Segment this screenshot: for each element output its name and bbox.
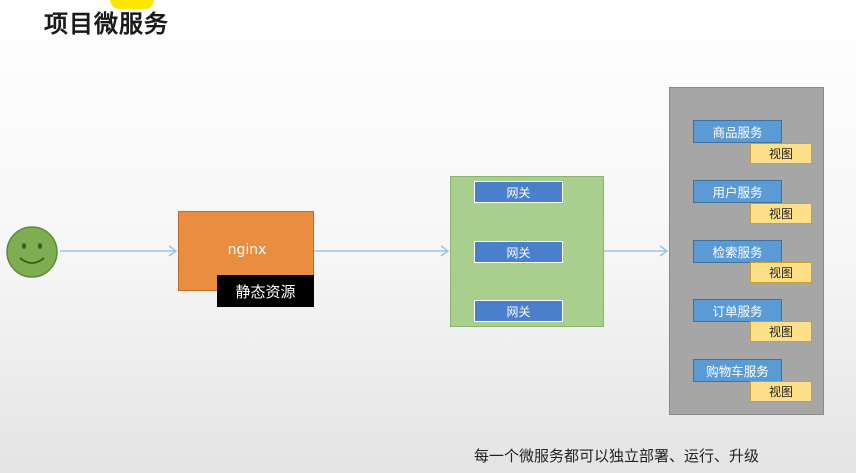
smiley-face-icon xyxy=(6,226,58,278)
service-view: 视图 xyxy=(750,262,812,283)
service-product: 商品服务 xyxy=(693,120,782,143)
service-search: 检索服务 xyxy=(693,240,782,263)
service-view: 视图 xyxy=(750,203,812,224)
service-cart: 购物车服务 xyxy=(693,359,782,382)
gateway-node: 网关 xyxy=(474,300,563,322)
service-order: 订单服务 xyxy=(693,299,782,322)
service-view: 视图 xyxy=(750,321,812,342)
service-view: 视图 xyxy=(750,381,812,402)
gateway-node: 网关 xyxy=(474,181,563,203)
static-resources-label: 静态资源 xyxy=(217,275,314,307)
service-user: 用户服务 xyxy=(693,180,782,203)
nginx-label: nginx xyxy=(227,242,267,258)
gateway-node: 网关 xyxy=(474,241,563,263)
service-view: 视图 xyxy=(750,143,812,164)
footnote: 每一个微服务都可以独立部署、运行、升级 xyxy=(474,447,760,465)
